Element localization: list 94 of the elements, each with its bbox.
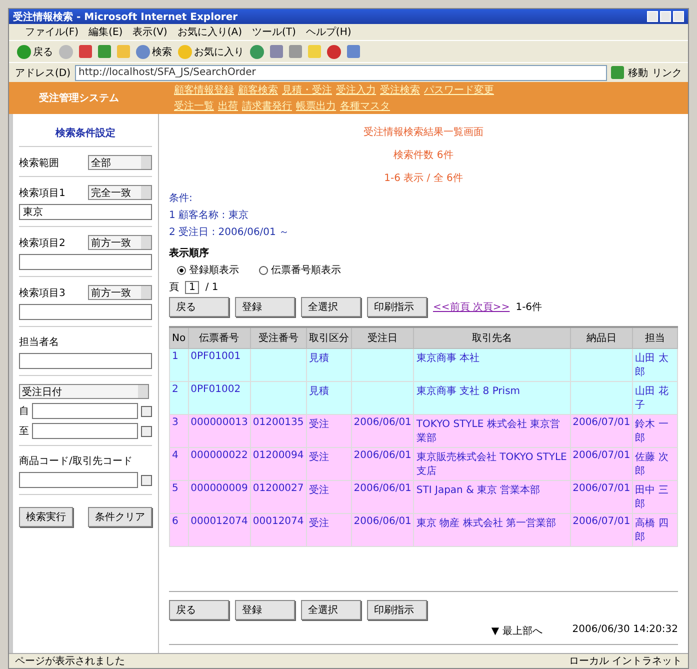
column-header: 取引区分 [306, 327, 352, 348]
form-button[interactable]: 登録 [235, 297, 295, 317]
form-button[interactable]: 登録 [235, 600, 295, 620]
menu-item[interactable]: ファイル(F) [25, 25, 79, 39]
result-heading: 受注情報検索結果一覧画面 [362, 126, 484, 140]
menu-item[interactable]: ツール(T) [252, 25, 296, 39]
input-field[interactable]: 東京 [19, 204, 152, 220]
table-cell: 受注 [306, 514, 352, 546]
table-cell: 6 [170, 514, 188, 546]
input-field[interactable] [19, 472, 138, 488]
radio-button[interactable] [259, 266, 268, 274]
condition-text: 条件: [169, 192, 194, 205]
result-heading: 1-6 表示 / 全 6件 [383, 172, 464, 186]
menu-item[interactable]: ヘルプ(H) [306, 25, 352, 39]
table-cell: 3 [170, 414, 188, 448]
column-header: 受注番号 [250, 327, 306, 348]
date-field[interactable] [32, 403, 138, 419]
search-button[interactable]: 検索 [152, 44, 172, 58]
result-heading: 検索件数 6件 [392, 148, 454, 163]
field-label: 検索項目3 [19, 286, 66, 300]
field-label: 検索範囲 [19, 156, 59, 170]
zone-text: ローカル イントラネット [568, 655, 682, 668]
table-cell: 高橋 四郎 [632, 514, 678, 546]
record-count: 1-6件 [516, 301, 542, 314]
table-cell: 000012074 [188, 514, 250, 546]
window-title: 受注情報検索 - Microsoft Internet Explorer [9, 9, 688, 24]
table-row[interactable]: 1 0PF01001 見積 東京商事 本社 山田 太郎 [170, 348, 678, 382]
sidebar-title: 検索条件設定 [19, 120, 152, 147]
form-button[interactable]: 全選択 [301, 297, 361, 317]
radio-label: 登録順表示 [189, 264, 239, 277]
dropdown[interactable]: 前方一致 [88, 235, 152, 250]
square-icon [141, 474, 152, 486]
dropdown[interactable]: 受注日付 [19, 384, 149, 399]
input-field[interactable] [19, 254, 152, 270]
form-button[interactable]: 条件クリア [88, 507, 152, 527]
radio-label: 伝票番号順表示 [271, 264, 341, 277]
page-total: / 1 [205, 282, 218, 292]
column-header: 担当 [632, 327, 678, 348]
address-field[interactable]: http://localhost/SFA_JS/SearchOrder [74, 64, 607, 80]
field-label: 至 [19, 425, 29, 438]
table-cell: 2006/06/01 [351, 514, 414, 546]
form-button[interactable]: 印刷指示 [367, 600, 427, 620]
go-button[interactable]: 移動 [628, 66, 648, 80]
table-row[interactable]: 4 000000022 01200094 受注 2006/06/01 東京販売株式会社 TOKYO STYLE支店 2006/07/01 佐藤 次郎 [170, 448, 678, 480]
form-button[interactable]: 戻る [169, 600, 229, 620]
table-cell: 東京 物産 株式会社 第一営業部 [414, 514, 570, 546]
column-header: 伝票番号 [188, 327, 250, 348]
table-cell: 4 [170, 448, 188, 480]
table-cell: 1 [170, 348, 188, 382]
input-field[interactable] [19, 353, 152, 369]
top-link[interactable]: ▼ 最上部へ [491, 624, 542, 638]
links-button[interactable]: リンク [652, 66, 682, 80]
condition-text: 1 顧客名称 : 東京 [169, 208, 250, 222]
form-button[interactable]: 全選択 [301, 600, 361, 620]
column-header: 納品日 [570, 327, 633, 348]
table-row[interactable]: 2 0PF01002 見積 東京商事 支社 8 Prism 山田 花子 [170, 382, 678, 414]
field-label: 自 [19, 405, 29, 418]
date-field[interactable] [32, 423, 138, 439]
pager-link[interactable]: <<前頁 次頁>> [433, 300, 510, 314]
sort-label: 表示順序 [169, 246, 210, 260]
input-field[interactable] [19, 304, 152, 320]
menu-item[interactable]: 表示(V) [132, 25, 168, 39]
field-label: 商品コード/取引先コード [19, 454, 134, 468]
table-cell: 2 [170, 382, 188, 414]
dropdown[interactable]: 全部 [88, 155, 152, 170]
field-label: 検索項目1 [19, 186, 66, 200]
column-header: 取引先名 [414, 327, 570, 348]
table-cell: 2006/07/01 [570, 514, 633, 546]
back-button[interactable]: 戻る [33, 44, 53, 58]
table-cell: 00012074 [250, 514, 306, 546]
status-text: ページが表示されました [15, 654, 125, 668]
favorites-button[interactable]: お気に入り [194, 44, 244, 58]
form-button[interactable]: 印刷指示 [367, 297, 427, 317]
menu-item[interactable]: お気に入り(A) [177, 25, 242, 39]
app-logo: 受注管理システム [38, 91, 120, 105]
column-header: 受注日 [351, 327, 414, 348]
dropdown[interactable]: 完全一致 [88, 185, 152, 200]
field-label: 検索項目2 [19, 236, 66, 250]
table-row[interactable]: 3 000000013 01200135 受注 2006/06/01 TOKYO STYLE 株式会社 東京営業部 2006/07/01 鈴木 一郎 [170, 414, 678, 448]
page-field[interactable]: 1 [185, 280, 200, 294]
field-label: 担当者名 [19, 336, 60, 349]
column-header: No [170, 327, 188, 348]
table-row[interactable]: 6 000012074 00012074 受注 2006/06/01 東京 物産 株式会社 第一営業部 2006/07/01 高橋 四郎 [170, 514, 678, 546]
form-button[interactable]: 戻る [169, 297, 229, 317]
timestamp: 2006/06/30 14:20:32 [572, 624, 678, 637]
table-row[interactable]: 5 000000009 01200027 受注 2006/06/01 STI Japan & 東京 営業本部 2006/07/01 田中 三郎 [170, 480, 678, 514]
radio-button[interactable] [177, 266, 186, 274]
form-button[interactable]: 検索実行 [19, 507, 73, 527]
table-cell: 5 [170, 480, 188, 514]
address-label: アドレス(D) [15, 66, 71, 80]
page-label: 頁 [169, 281, 179, 294]
dropdown[interactable]: 前方一致 [88, 285, 152, 300]
menu-item[interactable]: 編集(E) [88, 25, 123, 39]
condition-text: 2 受注日 : 2006/06/01 ～ [169, 226, 290, 239]
